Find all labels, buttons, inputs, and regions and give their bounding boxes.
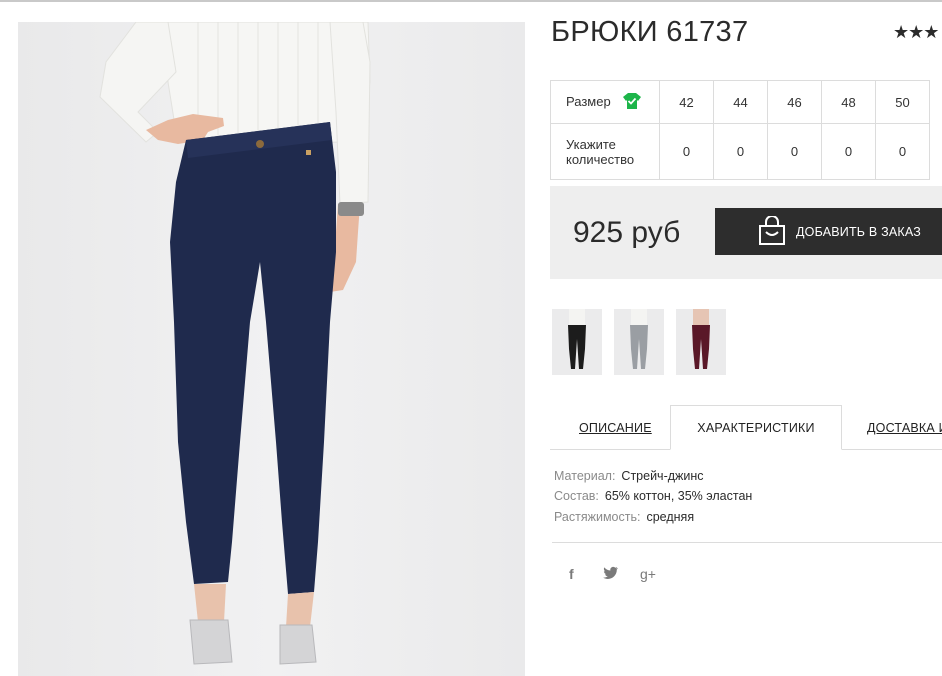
size-header-cell: Размер (550, 80, 660, 124)
quantity-label-line2: количество (566, 151, 635, 167)
size-row: Размер 42 44 46 48 50 (550, 80, 930, 124)
spec-stretch-key: Растяжимость: (554, 510, 641, 524)
spec-material-value: Стрейч-джинс (621, 469, 704, 483)
price: 925 руб (573, 216, 681, 249)
facebook-icon[interactable]: f (569, 566, 574, 582)
tab-delivery[interactable]: ДОСТАВКА И (867, 421, 942, 435)
quantity-row: Укажите количество 0 0 0 0 0 (550, 123, 930, 180)
thumbnail-black[interactable] (552, 309, 602, 375)
google-plus-icon[interactable]: g+ (640, 566, 656, 582)
thumbnail-grey[interactable] (614, 309, 664, 375)
rating-stars[interactable]: ★★★ (893, 22, 939, 43)
size-44[interactable]: 44 (713, 80, 768, 124)
size-46[interactable]: 46 (767, 80, 822, 124)
spec-stretch-value: средняя (646, 510, 695, 524)
size-42[interactable]: 42 (659, 80, 714, 124)
quantity-input-42[interactable]: 0 (659, 123, 714, 180)
size-48[interactable]: 48 (821, 80, 876, 124)
spec-stretch: Растяжимость: средняя (554, 510, 694, 524)
tshirt-check-icon (622, 92, 642, 113)
quantity-input-48[interactable]: 0 (821, 123, 876, 180)
tab-description[interactable]: ОПИСАНИЕ (579, 421, 652, 435)
thumbnail-black-image (568, 309, 586, 369)
spec-material-key: Материал: (554, 469, 616, 483)
twitter-icon[interactable] (603, 566, 619, 583)
thumbnail-burgundy-image (692, 309, 710, 369)
tab-characteristics[interactable]: ХАРАКТЕРИСТИКИ (670, 405, 842, 450)
add-to-order-button[interactable]: ДОБАВИТЬ В ЗАКАЗ (715, 208, 942, 255)
divider (552, 542, 942, 543)
quantity-input-46[interactable]: 0 (767, 123, 822, 180)
quantity-input-44[interactable]: 0 (713, 123, 768, 180)
spec-composition-key: Состав: (554, 489, 599, 503)
spec-material: Материал: Стрейч-джинс (554, 469, 704, 483)
spec-composition: Состав: 65% коттон, 35% эластан (554, 489, 752, 503)
size-50[interactable]: 50 (875, 80, 930, 124)
product-title: БРЮКИ 61737 (551, 16, 749, 48)
shopping-bag-icon (758, 215, 786, 249)
quantity-header-cell: Укажите количество (550, 123, 660, 180)
price-box: 925 руб ДОБАВИТЬ В ЗАКАЗ (550, 186, 942, 279)
quantity-input-50[interactable]: 0 (875, 123, 930, 180)
model-illustration (99, 22, 371, 665)
size-label: Размер (566, 93, 611, 109)
size-table: Размер 42 44 46 48 50 Укажите количество… (550, 80, 930, 180)
add-to-order-label: ДОБАВИТЬ В ЗАКАЗ (796, 225, 922, 239)
thumbnail-burgundy[interactable] (676, 309, 726, 375)
top-border (0, 0, 942, 2)
quantity-label-line1: Укажите (566, 136, 616, 152)
spec-composition-value: 65% коттон, 35% эластан (604, 489, 753, 503)
thumbnail-grey-image (630, 309, 648, 369)
main-product-photo[interactable] (18, 22, 525, 676)
